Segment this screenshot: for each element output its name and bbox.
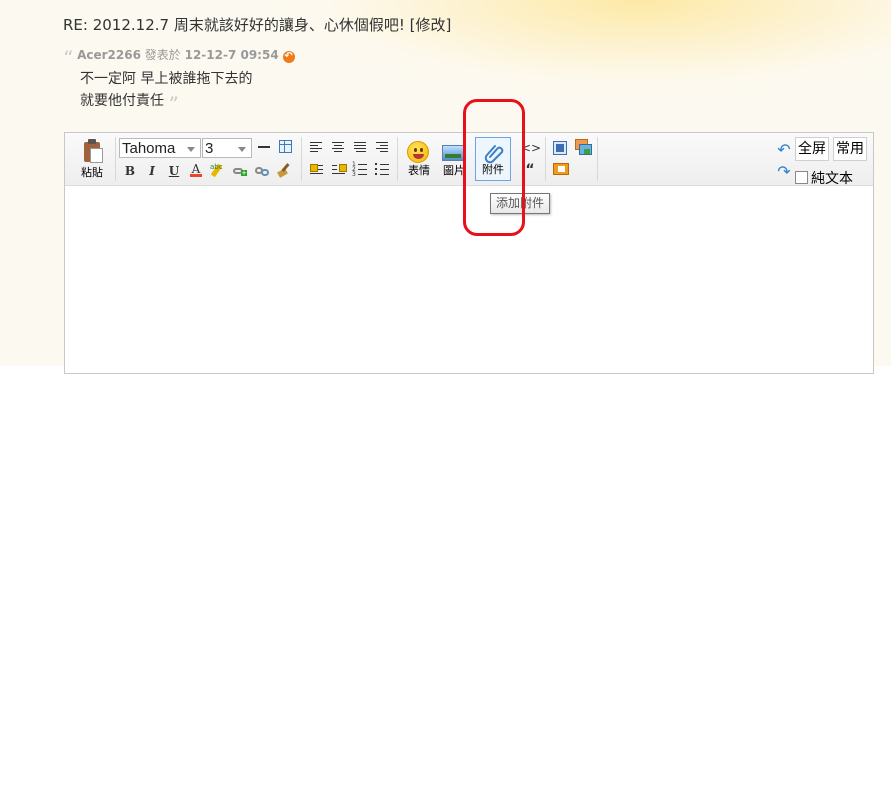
float-left-icon[interactable] <box>307 161 325 179</box>
media-icon[interactable] <box>553 163 569 175</box>
chevron-down-icon <box>187 147 195 152</box>
unlink-icon[interactable] <box>253 162 271 180</box>
quote-line: 不一定阿 早上被誰拖下去的 <box>80 71 253 87</box>
quote-line-2: 就要他付責任 ” <box>80 90 179 116</box>
align-justify-icon[interactable] <box>351 139 369 157</box>
emoticon-button[interactable]: 表情 <box>401 137 437 181</box>
chevron-down-icon <box>238 147 246 152</box>
float-right-icon[interactable] <box>329 161 347 179</box>
post-title-text: RE: 2012.12.7 周末就該好好的讓身、心休個假吧! <box>63 16 405 34</box>
word-paste-icon[interactable] <box>553 141 567 155</box>
image-icon <box>442 145 464 161</box>
insert-link-icon[interactable]: + <box>231 162 249 180</box>
open-quote-icon: “ <box>63 46 74 70</box>
goto-post-icon[interactable]: ↶ <box>282 51 295 63</box>
align-right-icon[interactable] <box>373 139 391 157</box>
align-left-icon[interactable] <box>307 139 325 157</box>
horizontal-rule-icon[interactable] <box>255 138 273 156</box>
highlight-icon[interactable]: abc <box>209 162 227 180</box>
clipboard-icon <box>82 139 103 163</box>
font-size-value: 3 <box>205 140 214 157</box>
edit-link[interactable]: [修改] <box>410 16 452 34</box>
bold-button[interactable]: B <box>121 162 139 180</box>
smiley-icon <box>407 141 429 163</box>
unordered-list-icon[interactable] <box>373 161 391 179</box>
post-title: RE: 2012.12.7 周末就該好好的讓身、心休個假吧! [修改] <box>63 14 451 35</box>
fullscreen-button[interactable]: 全屏 <box>795 137 829 161</box>
ordered-list-icon[interactable]: 123 <box>351 161 369 179</box>
image-gallery-icon[interactable] <box>575 139 592 155</box>
quote-line-text: 就要他付責任 <box>80 93 164 109</box>
paste-button[interactable]: 粘貼 <box>79 137 105 181</box>
table-icon[interactable] <box>277 138 295 156</box>
common-tools-button[interactable]: 常用 <box>833 137 867 161</box>
font-size-select[interactable]: 3 <box>202 138 252 158</box>
close-quote-icon: ” <box>168 92 179 116</box>
undo-icon[interactable]: ↶ <box>775 141 793 159</box>
italic-button[interactable]: I <box>143 162 161 180</box>
quote-meta: “ Acer2266 發表於 12-12-7 09:54 ↶ <box>63 46 295 70</box>
redo-icon[interactable]: ↷ <box>775 163 793 181</box>
font-family-value: Tahoma <box>122 140 176 157</box>
quote-time: 12-12-7 09:54 <box>184 48 279 62</box>
plaintext-checkbox[interactable] <box>795 171 808 184</box>
font-color-button[interactable]: A <box>187 160 205 178</box>
emoticon-label: 表情 <box>408 164 430 177</box>
highlight-annotation <box>463 99 525 236</box>
clear-format-brush-icon[interactable] <box>275 161 293 179</box>
quote-posted-label: 發表於 <box>144 48 181 62</box>
plaintext-label: 純文本 <box>811 171 853 187</box>
plaintext-toggle[interactable]: 純文本 <box>795 168 853 188</box>
align-center-icon[interactable] <box>329 139 347 157</box>
quote-author: Acer2266 <box>77 48 141 62</box>
font-family-select[interactable]: Tahoma <box>119 138 201 158</box>
underline-button[interactable]: U <box>165 162 183 180</box>
paste-label: 粘貼 <box>81 166 103 179</box>
